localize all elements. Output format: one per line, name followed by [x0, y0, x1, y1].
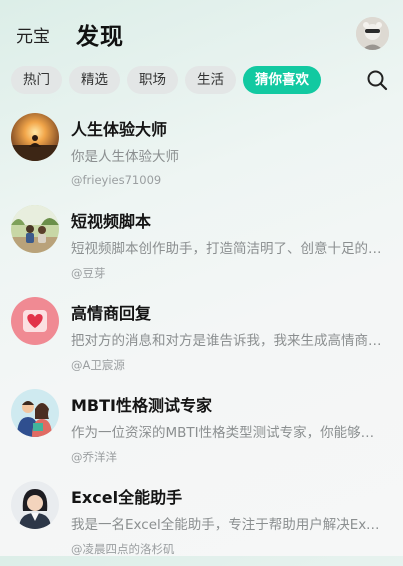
- agent-name: MBTI性格测试专家: [71, 396, 212, 415]
- agent-avatar: [11, 113, 59, 161]
- two-people-illustration: [11, 389, 59, 437]
- tab-life[interactable]: 生活: [185, 66, 236, 94]
- list-item[interactable]: 高情商回复 把对方的消息和对方是谁告诉我，我来生成高情商回复 @A卫宸源: [0, 290, 403, 382]
- agent-author: @乔洋洋: [71, 450, 117, 464]
- agent-name: 短视频脚本: [71, 212, 152, 231]
- agent-avatar: [11, 297, 59, 345]
- agent-avatar: [11, 389, 59, 437]
- agent-list: 人生体验大师 你是人生体验大师 @frieyies71009 短视频脚本 短视频…: [0, 106, 403, 566]
- agent-description: 你是人生体验大师: [71, 149, 179, 165]
- sunset-meditation-image: [11, 113, 59, 161]
- agent-author: @frieyies71009: [71, 173, 162, 187]
- agent-avatar: [11, 481, 59, 529]
- agent-description: 把对方的消息和对方是谁告诉我，我来生成高情商回复: [71, 333, 383, 349]
- agent-name: Excel全能助手: [71, 488, 183, 507]
- search-button[interactable]: [365, 68, 389, 92]
- outdoor-people-image: [11, 205, 59, 253]
- agent-name: 人生体验大师: [71, 120, 168, 139]
- heart-card-image: [11, 297, 59, 345]
- page-title: 发现: [76, 23, 124, 50]
- tab-workplace[interactable]: 职场: [127, 66, 178, 94]
- category-tabs: 热门 精选 职场 生活 猜你喜欢: [11, 66, 321, 94]
- list-item[interactable]: 人生体验大师 你是人生体验大师 @frieyies71009: [0, 106, 403, 198]
- user-avatar-icon: [356, 17, 389, 50]
- agent-author: @凌晨四点的洛杉矶: [71, 542, 175, 556]
- professional-woman-image: [11, 481, 59, 529]
- header: 元宝 发现: [0, 0, 403, 62]
- agent-name: 高情商回复: [71, 304, 152, 323]
- agent-description: 作为一位资深的MBTI性格类型测试专家，你能够帮助用户: [71, 425, 383, 441]
- agent-description: 我是一名Excel全能助手，专注于帮助用户解决Excel问题: [71, 517, 383, 533]
- search-icon: [367, 70, 388, 91]
- tab-featured[interactable]: 精选: [69, 66, 120, 94]
- list-item[interactable]: MBTI性格测试专家 作为一位资深的MBTI性格类型测试专家，你能够帮助用户 @…: [0, 382, 403, 474]
- agent-avatar: [11, 205, 59, 253]
- list-item[interactable]: Excel全能助手 我是一名Excel全能助手，专注于帮助用户解决Excel问题…: [0, 474, 403, 566]
- agent-author: @豆芽: [71, 266, 106, 280]
- agent-description: 短视频脚本创作助手，打造简洁明了、创意十足的脚本: [71, 241, 383, 257]
- brand-label[interactable]: 元宝: [16, 22, 50, 47]
- user-avatar[interactable]: [356, 17, 389, 50]
- tab-hot[interactable]: 热门: [11, 66, 62, 94]
- tab-recommended[interactable]: 猜你喜欢: [243, 66, 321, 94]
- agent-author: @A卫宸源: [71, 358, 125, 372]
- list-item[interactable]: 短视频脚本 短视频脚本创作助手，打造简洁明了、创意十足的脚本 @豆芽: [0, 198, 403, 290]
